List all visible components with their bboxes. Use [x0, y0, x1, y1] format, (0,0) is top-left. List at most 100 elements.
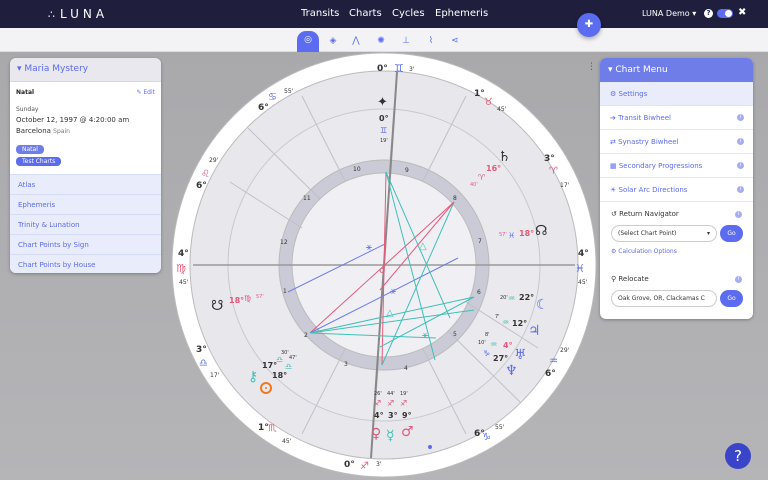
svg-text:♎: ♎: [199, 358, 208, 369]
svg-text:11: 11: [303, 195, 311, 202]
svg-text:3°: 3°: [388, 411, 398, 420]
svg-text:4°: 4°: [374, 411, 384, 420]
relocate-go-button[interactable]: Go: [720, 290, 743, 307]
chart-info-panel: ▾ Maria Mystery Natal ✎ Edit Sunday Octo…: [10, 58, 161, 273]
svg-text:45': 45': [282, 438, 292, 445]
svg-text:9°: 9°: [402, 411, 412, 420]
svg-text:⚹: ⚹: [366, 242, 372, 253]
svg-text:♉: ♉: [484, 97, 493, 108]
svg-text:6°: 6°: [258, 103, 269, 113]
info-icon[interactable]: i: [737, 138, 744, 145]
relocate-location-input[interactable]: Oak Grove, OR, Clackamas C: [611, 290, 717, 307]
svg-text:6°: 6°: [196, 181, 207, 191]
link-points-by-sign[interactable]: Chart Points by Sign: [10, 234, 161, 254]
help-button[interactable]: ?: [725, 443, 751, 469]
svg-text:♊: ♊: [394, 62, 404, 75]
svg-text:44': 44': [387, 391, 395, 397]
svg-text:♎: ♎: [276, 355, 283, 364]
svg-text:19': 19': [400, 391, 408, 397]
svg-text:♑: ♑: [483, 349, 490, 358]
svg-text:♓: ♓: [508, 231, 515, 240]
svg-text:57': 57': [256, 294, 264, 300]
svg-text:8: 8: [453, 195, 457, 202]
svg-text:♀: ♀: [371, 426, 381, 442]
svg-text:18°: 18°: [519, 229, 534, 238]
svg-text:6°: 6°: [545, 369, 556, 379]
svg-text:♏: ♏: [268, 423, 277, 434]
svg-text:18°: 18°: [229, 296, 244, 305]
svg-text:45': 45': [578, 279, 588, 286]
svg-text:8': 8': [485, 332, 490, 338]
svg-text:4: 4: [404, 365, 408, 372]
chart-title[interactable]: ▾ Maria Mystery: [10, 58, 161, 82]
svg-text:♐: ♐: [374, 399, 381, 408]
svg-text:♑: ♑: [482, 432, 491, 443]
svg-text:4°: 4°: [178, 249, 189, 259]
info-icon[interactable]: i: [737, 186, 744, 193]
svg-text:4°: 4°: [503, 341, 513, 350]
svg-text:♊: ♊: [380, 126, 387, 135]
info-icon[interactable]: i: [735, 211, 742, 218]
svg-text:26': 26': [374, 391, 382, 397]
chart-point-select[interactable]: (Select Chart Point) ▾: [611, 225, 717, 242]
info-icon[interactable]: i: [737, 162, 744, 169]
svg-text:10': 10': [478, 340, 486, 346]
add-fab-button[interactable]: ✚: [577, 13, 601, 37]
svg-text:⚹: ⚹: [390, 286, 396, 297]
svg-text:9: 9: [405, 167, 409, 174]
svg-text:♍: ♍: [244, 294, 251, 303]
svg-text:7': 7': [495, 314, 500, 320]
return-navigator-label: ↺ Return Navigator: [611, 210, 679, 218]
svg-text:7: 7: [478, 238, 482, 245]
link-ephemeris[interactable]: Ephemeris: [10, 194, 161, 214]
svg-text:2: 2: [304, 332, 308, 339]
edit-button[interactable]: ✎ Edit: [136, 89, 155, 96]
chart-menu-header[interactable]: ▾ Chart Menu: [600, 58, 753, 82]
svg-text:♂: ♂: [401, 424, 414, 440]
svg-text:♈: ♈: [478, 173, 485, 182]
link-trinity-lunation[interactable]: Trinity & Lunation: [10, 214, 161, 234]
svg-text:45': 45': [497, 106, 507, 113]
svg-text:☌: ☌: [379, 265, 386, 276]
svg-text:3': 3': [376, 461, 382, 468]
tag-natal[interactable]: Natal: [16, 145, 44, 154]
svg-text:3°: 3°: [544, 154, 555, 164]
svg-text:17°: 17°: [262, 361, 277, 370]
menu-settings[interactable]: ⚙ Settings: [600, 82, 753, 106]
part-marker: [428, 445, 432, 449]
svg-text:0°: 0°: [379, 114, 389, 123]
svg-text:♒: ♒: [490, 340, 497, 349]
svg-text:♎: ♎: [285, 362, 292, 371]
link-points-by-house[interactable]: Chart Points by House: [10, 254, 161, 273]
menu-solar-arc[interactable]: ☀ Solar Arc Directions i: [600, 178, 753, 202]
svg-text:29': 29': [560, 347, 570, 354]
birth-date: October 12, 1997 @ 4:20:00 am: [16, 116, 130, 124]
svg-text:⚹: ⚹: [422, 330, 428, 341]
svg-text:6: 6: [477, 289, 481, 296]
svg-text:△: △: [386, 308, 394, 319]
birth-day: Sunday: [16, 106, 39, 113]
return-go-button[interactable]: Go: [720, 225, 743, 242]
svg-text:⚷: ⚷: [248, 369, 258, 385]
svg-text:♅: ♅: [514, 347, 527, 363]
chart-options-icon[interactable]: ⋮: [587, 62, 596, 72]
calculation-options-link[interactable]: ⚙ Calculation Options: [611, 248, 677, 255]
svg-text:✦: ✦: [377, 95, 388, 110]
tag-test-charts[interactable]: Test Charts: [16, 157, 62, 166]
link-atlas[interactable]: Atlas: [10, 174, 161, 194]
menu-transit-biwheel[interactable]: ➔ Transit Biwheel i: [600, 106, 753, 130]
chart-menu-panel: ▾ Chart Menu ⚙ Settings ➔ Transit Biwhee…: [600, 58, 753, 319]
svg-text:57': 57': [499, 232, 507, 238]
menu-secondary-progressions[interactable]: ▦ Secondary Progressions i: [600, 154, 753, 178]
menu-synastry-biwheel[interactable]: ⇄ Synastry Biwheel i: [600, 130, 753, 154]
svg-text:18°: 18°: [272, 371, 287, 380]
svg-text:16°: 16°: [486, 164, 501, 173]
svg-text:♒: ♒: [549, 356, 558, 367]
svg-text:♋: ♋: [268, 92, 277, 103]
info-icon[interactable]: i: [735, 276, 742, 283]
svg-text:♒: ♒: [502, 318, 509, 327]
svg-text:47': 47': [289, 355, 297, 361]
chart-type: Natal: [16, 89, 35, 96]
svg-text:17': 17': [210, 372, 220, 379]
info-icon[interactable]: i: [737, 114, 744, 121]
